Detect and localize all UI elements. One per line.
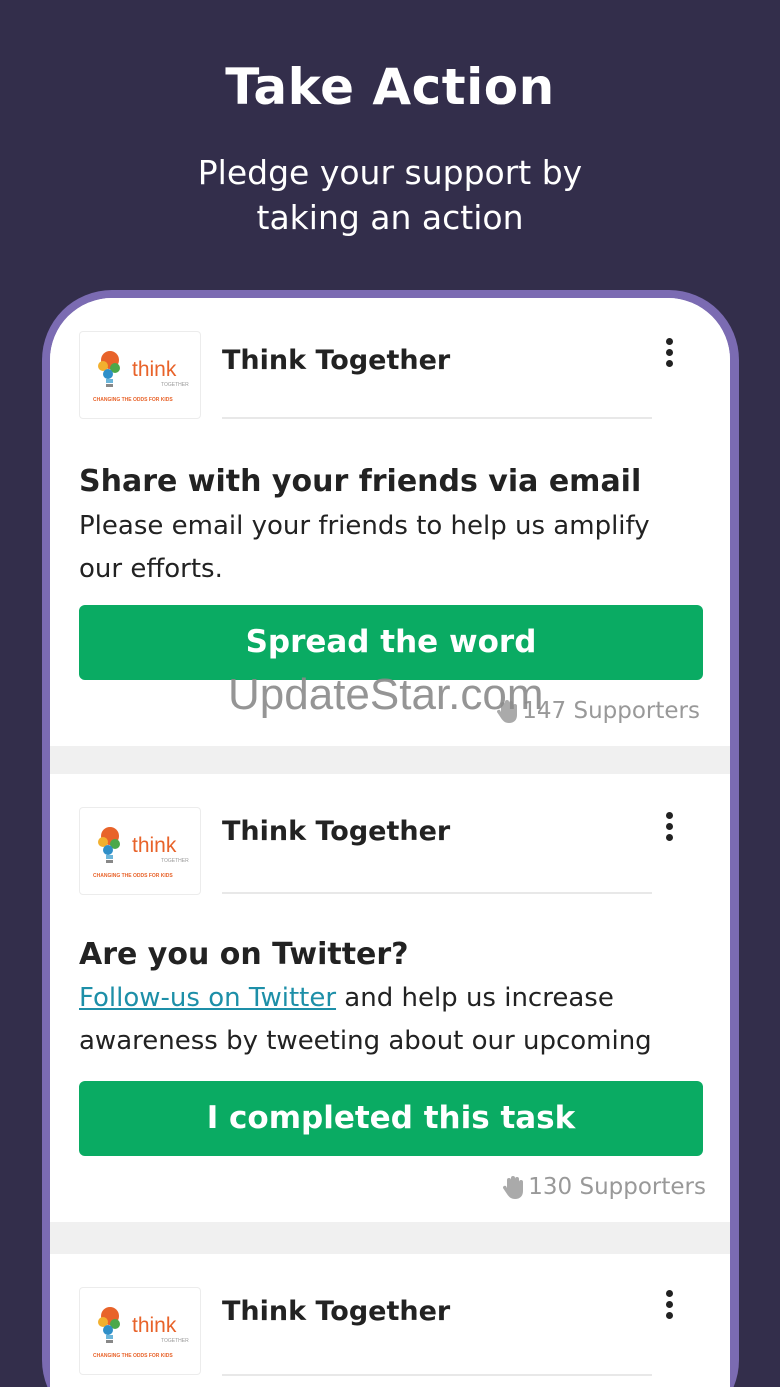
svg-text:CHANGING THE ODDS FOR KIDS: CHANGING THE ODDS FOR KIDS bbox=[93, 397, 173, 403]
org-logo[interactable]: think TOGETHER CHANGING THE ODDS FOR KID… bbox=[79, 1287, 201, 1375]
action-card: think TOGETHER CHANGING THE ODDS FOR KID… bbox=[50, 1254, 730, 1387]
svg-text:think: think bbox=[132, 834, 177, 857]
watermark: UpdateStar.com bbox=[228, 670, 544, 719]
page-title: Take Action bbox=[225, 58, 555, 116]
bulb-logo-icon: think TOGETHER CHANGING THE ODDS FOR KID… bbox=[93, 351, 189, 403]
org-name[interactable]: Think Together bbox=[222, 816, 450, 847]
kebab-menu-icon[interactable] bbox=[654, 332, 684, 372]
task-title: Share with your friends via email bbox=[79, 464, 642, 499]
svg-text:think: think bbox=[132, 1314, 177, 1337]
task-title: Are you on Twitter? bbox=[79, 937, 409, 972]
svg-text:think: think bbox=[132, 358, 177, 381]
action-card: think TOGETHER CHANGING THE ODDS FOR KID… bbox=[50, 774, 730, 1222]
kebab-menu-icon[interactable] bbox=[654, 806, 684, 846]
spread-the-word-button[interactable]: Spread the word bbox=[79, 605, 703, 680]
svg-text:TOGETHER: TOGETHER bbox=[161, 1338, 189, 1344]
raised-hand-icon bbox=[503, 1176, 524, 1199]
svg-text:CHANGING THE ODDS FOR KIDS: CHANGING THE ODDS FOR KIDS bbox=[93, 873, 173, 879]
divider bbox=[222, 1374, 652, 1376]
action-feed[interactable]: think TOGETHER CHANGING THE ODDS FOR KID… bbox=[50, 298, 730, 1387]
divider bbox=[222, 892, 652, 894]
bulb-logo-icon: think TOGETHER CHANGING THE ODDS FOR KID… bbox=[93, 827, 189, 879]
org-name[interactable]: Think Together bbox=[222, 345, 450, 376]
org-logo[interactable]: think TOGETHER CHANGING THE ODDS FOR KID… bbox=[79, 807, 201, 895]
supporters-count: 130 Supporters bbox=[502, 1174, 706, 1200]
org-name[interactable]: Think Together bbox=[222, 1296, 450, 1327]
kebab-menu-icon[interactable] bbox=[654, 1284, 684, 1324]
task-description: Please email your friends to help us amp… bbox=[79, 511, 650, 584]
supporters-label: 130 Supporters bbox=[528, 1174, 706, 1200]
completed-task-button[interactable]: I completed this task bbox=[79, 1081, 703, 1156]
bulb-logo-icon: think TOGETHER CHANGING THE ODDS FOR KID… bbox=[93, 1307, 189, 1359]
task-description: Follow-us on Twitter and help us increas… bbox=[79, 977, 679, 1063]
svg-text:TOGETHER: TOGETHER bbox=[161, 382, 189, 388]
follow-twitter-link[interactable]: Follow-us on Twitter bbox=[79, 983, 336, 1013]
org-logo[interactable]: think TOGETHER CHANGING THE ODDS FOR KID… bbox=[79, 331, 201, 419]
svg-text:TOGETHER: TOGETHER bbox=[161, 858, 189, 864]
supporters-label: 147 Supporters bbox=[522, 698, 700, 724]
card-separator bbox=[50, 746, 730, 774]
divider bbox=[222, 417, 652, 419]
page-subtitle: Pledge your support by taking an action bbox=[197, 153, 583, 237]
svg-text:CHANGING THE ODDS FOR KIDS: CHANGING THE ODDS FOR KIDS bbox=[93, 1353, 173, 1359]
card-separator bbox=[50, 1222, 730, 1254]
